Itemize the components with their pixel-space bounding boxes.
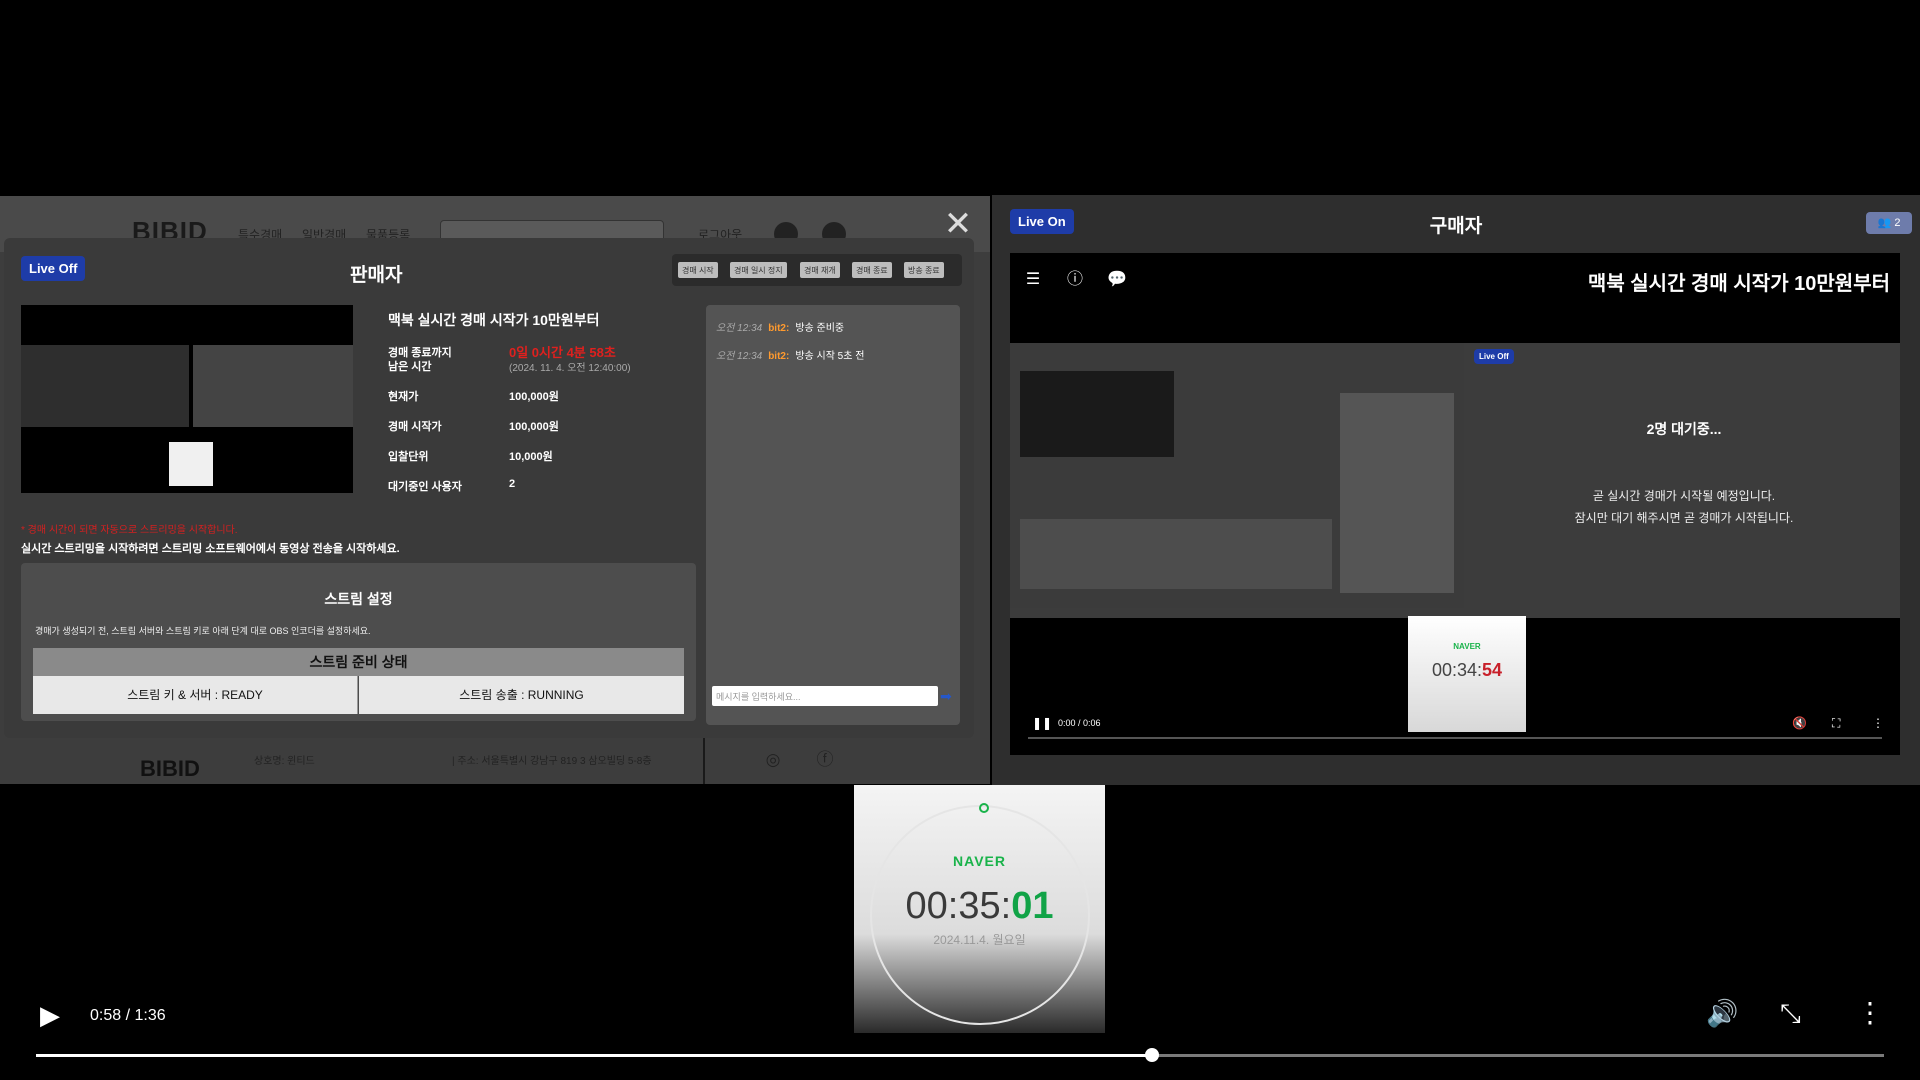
waiting-message-2: 잠시만 대기 해주시면 곧 경매가 시작됩니다. xyxy=(1574,511,1794,525)
nested-seller-view xyxy=(1010,343,1464,608)
player-progress-fill xyxy=(36,1054,1153,1057)
stopwatch-knob-icon xyxy=(979,803,989,813)
exit-fullscreen-icon[interactable]: ⤡ xyxy=(1780,998,1801,1030)
stream-settings: 스트림 설정 경매가 생성되기 전, 스트림 서버와 스트림 키로 아래 단계 … xyxy=(21,563,696,721)
send-icon[interactable]: ➡ xyxy=(940,686,954,706)
footer-logo: BIBID xyxy=(140,756,200,781)
player-progress[interactable] xyxy=(36,1054,1884,1057)
status-badge: Live Off xyxy=(21,256,86,281)
bid-unit: 10,000원 xyxy=(509,451,553,463)
video-title: 맥북 실시간 경매 시작가 10만원부터 xyxy=(1587,273,1890,295)
buyer-video[interactable]: ☰ ⓘ 💬 맥북 실시간 경매 시작가 10만원부터 Live Off 2명 대… xyxy=(1010,253,1900,755)
users-icon: 👥 xyxy=(1877,217,1892,229)
stream-instruction: 실시간 스트리밍을 시작하려면 스트리밍 소프트웨어에서 동영상 전송을 시작하… xyxy=(21,543,400,555)
play-icon[interactable]: ▶ xyxy=(40,1000,60,1031)
bid-list-icon[interactable]: ☰ xyxy=(1022,269,1044,291)
stopwatch-date: 2024.11.4. 월요일 xyxy=(933,933,1026,947)
video-progress[interactable] xyxy=(1028,737,1882,739)
info-icon[interactable]: ⓘ xyxy=(1064,269,1086,291)
instagram-icon[interactable]: ◎ xyxy=(763,750,783,770)
naver-label: NAVER xyxy=(953,853,1006,869)
mini-naver-label: NAVER xyxy=(1453,642,1481,651)
seller-panel: BIBID 특수경매 일반경매 물품등록 로그아웃 Live Off 판매자 경… xyxy=(0,196,990,784)
nested-buyer-view: Live Off 2명 대기중... 곧 실시간 경매가 시작될 예정입니다. … xyxy=(1468,343,1900,601)
fullscreen-icon[interactable]: ⛶ xyxy=(1832,716,1840,731)
current-price: 100,000원 xyxy=(509,391,559,403)
more-icon[interactable]: ⋮ xyxy=(1872,716,1884,730)
current-price-label: 현재가 xyxy=(388,391,419,403)
end-broadcast-button[interactable]: 방송 종료 xyxy=(904,262,944,278)
player-time: 0:58 / 1:36 xyxy=(90,1007,166,1024)
player-scrub-handle[interactable] xyxy=(1145,1048,1160,1062)
waiting-count: 2명 대기중... xyxy=(1646,421,1722,437)
footer-divider xyxy=(703,738,705,784)
mute-icon[interactable]: 🔇 xyxy=(1792,716,1807,730)
mini-time: 00:34:54 xyxy=(1431,660,1503,680)
waiting-message-1: 곧 실시간 경매가 시작될 예정입니다. xyxy=(1592,489,1776,503)
auction-controls: 경매 시작 경매 일시 정지 경매 재개 경매 종료 방송 종료 xyxy=(672,254,962,286)
seller-modal: Live Off 판매자 경매 시작 경매 일시 정지 경매 재개 경매 종료 … xyxy=(4,238,974,738)
nested-screen: Live Off 2명 대기중... 곧 실시간 경매가 시작될 예정입니다. … xyxy=(1010,343,1900,618)
bid-unit-label: 입찰단위 xyxy=(388,451,429,463)
volume-icon[interactable]: 🔊 xyxy=(1706,998,1738,1029)
chat-input[interactable]: 메시지를 입력하세요... xyxy=(712,686,938,706)
footer-company: 상호명: 윈티드 xyxy=(254,756,315,767)
chat-icon[interactable]: 💬 xyxy=(1106,269,1128,291)
video-time: 0:00 / 0:06 xyxy=(1058,718,1101,728)
preview-timer xyxy=(169,442,213,486)
chat-message: 오전 12:34 bit2: 방송 준비중 xyxy=(716,323,845,334)
waiting-users-label: 대기중인 사용자 xyxy=(388,481,462,493)
buyer-title: 구매자 xyxy=(1429,216,1483,237)
start-price: 100,000원 xyxy=(509,421,559,433)
seller-title: 판매자 xyxy=(350,265,403,286)
stream-key-status: 스트림 키 & 서버 : READY xyxy=(33,676,358,714)
stream-settings-title: 스트림 설정 xyxy=(324,591,393,607)
stream-preview xyxy=(21,305,353,493)
more-options-icon[interactable]: ⋮ xyxy=(1856,996,1884,1029)
viewer-count-badge[interactable]: 👥 2 xyxy=(1866,212,1912,234)
end-auction-button[interactable]: 경매 종료 xyxy=(852,262,892,278)
chat-message: 오전 12:34 bit2: 방송 시작 5초 전 xyxy=(716,351,865,362)
stopwatch-overlay: NAVER 00:35:01 2024.11.4. 월요일 xyxy=(854,785,1105,1033)
mini-stopwatch: NAVER 00:34:54 xyxy=(1408,616,1526,732)
nested-status-badge: Live Off xyxy=(1474,349,1514,364)
site-footer: BIBID 상호명: 윈티드 | 주소: 서울특별시 강남구 819 3 삼오빌… xyxy=(0,738,990,784)
resume-auction-button[interactable]: 경매 재개 xyxy=(800,262,840,278)
stream-settings-desc: 경매가 생성되기 전, 스트림 서버와 스트림 키로 아래 단계 대로 OBS … xyxy=(35,626,371,636)
footer-address: | 주소: 서울특별시 강남구 819 3 삼오빌딩 5-8층 xyxy=(452,756,652,767)
waiting-users: 2 xyxy=(509,478,516,490)
close-icon[interactable]: ✕ xyxy=(942,207,974,241)
viewer-count: 2 xyxy=(1894,217,1901,229)
pause-icon[interactable]: ❚❚ xyxy=(1032,716,1052,730)
start-price-label: 경매 시작가 xyxy=(388,421,442,433)
remaining-label: 남은 시간 xyxy=(388,361,432,373)
auto-stream-warning: * 경매 시간이 되면 자동으로 스트리밍을 시작합니다. xyxy=(21,525,238,536)
chat-panel: 오전 12:34 bit2: 방송 준비중 오전 12:34 bit2: 방송 시작 5… xyxy=(706,305,960,725)
stream-send-status: 스트림 송출 : RUNNING xyxy=(359,676,684,714)
facebook-icon[interactable]: ⓕ xyxy=(815,750,835,770)
buyer-panel: Live On 구매자 👥 2 ☰ ⓘ 💬 맥북 실시간 경매 시작가 10만원… xyxy=(992,195,1920,785)
auction-title: 맥북 실시간 경매 시작가 10만원부터 xyxy=(388,312,600,328)
stopwatch-time: 00:35:01 xyxy=(905,885,1054,927)
pause-auction-button[interactable]: 경매 일시 정지 xyxy=(730,262,787,278)
start-auction-button[interactable]: 경매 시작 xyxy=(678,262,718,278)
stream-status-header: 스트림 준비 상태 xyxy=(33,648,684,676)
end-datetime: (2024. 11. 4. 오전 12:40:00) xyxy=(509,363,631,374)
